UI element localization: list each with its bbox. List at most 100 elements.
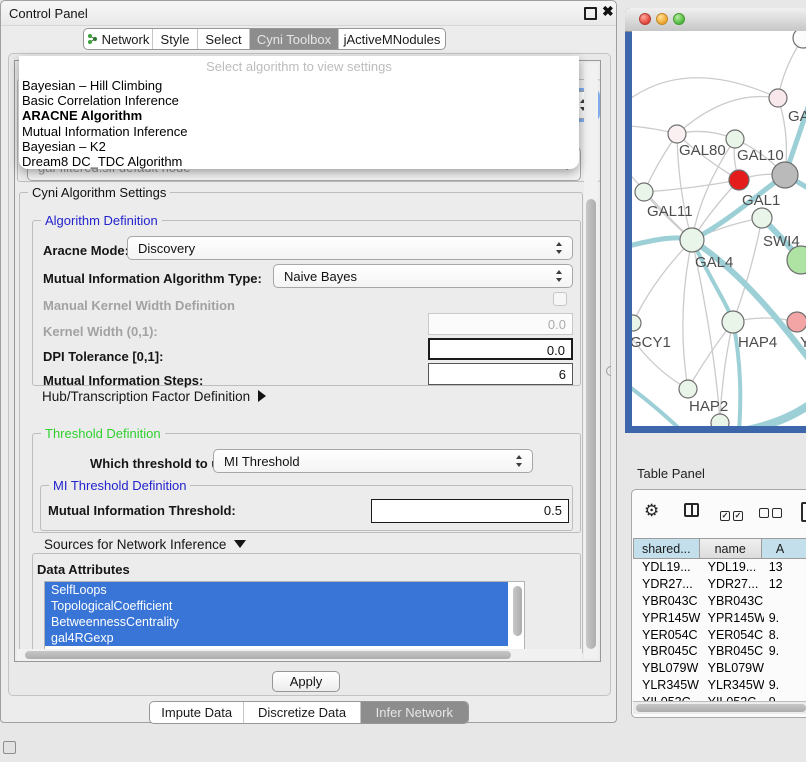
new-column-icon[interactable] (801, 502, 806, 522)
table-cell: YIL052C (701, 694, 764, 701)
network-node[interactable] (752, 208, 772, 228)
mini-window-icon[interactable] (3, 741, 16, 754)
manual-kernel-checkbox[interactable] (553, 292, 567, 306)
network-edge[interactable] (644, 180, 739, 192)
mi-threshold-group: MI Threshold Definition Mutual Informati… (40, 485, 573, 531)
attribute-list-item[interactable]: BetweennessCentrality (45, 614, 508, 630)
network-node[interactable] (772, 162, 798, 188)
table-row[interactable]: YER054CYER054C8. (633, 627, 806, 644)
columns-icon[interactable] (684, 503, 699, 517)
network-node[interactable] (680, 228, 704, 252)
table-row[interactable]: YBL079WYBL079W (633, 660, 806, 677)
network-node-label: GAL (788, 108, 806, 125)
network-node[interactable] (787, 312, 806, 332)
network-view-window: GALGAL80GAL10GAL1GAL11SWI4GAL4GCY1HAP4YH… (625, 8, 806, 433)
network-node[interactable] (729, 170, 749, 190)
network-canvas[interactable]: GALGAL80GAL10GAL1GAL11SWI4GAL4GCY1HAP4YH… (632, 31, 806, 426)
table-row[interactable]: YLR345WYLR345W9. (633, 677, 806, 694)
float-window-icon[interactable] (584, 7, 597, 20)
network-window-titlebar[interactable] (625, 8, 806, 32)
network-node[interactable] (679, 380, 697, 398)
tab-style[interactable]: Style (153, 29, 198, 49)
scrollbar-thumb[interactable] (636, 704, 806, 712)
which-threshold-combo[interactable]: MI Threshold (213, 449, 533, 473)
control-panel-window: Control Panel ✖ Network Style Select Cyn… (0, 0, 617, 723)
attribute-list-item[interactable]: TopologicalCoefficient (45, 598, 508, 614)
group-title: MI Threshold Definition (49, 478, 190, 493)
tab-cyni-toolbox[interactable]: Cyni Toolbox (250, 29, 339, 49)
data-attributes-list[interactable]: SelfLoopsTopologicalCoefficientBetweenne… (44, 581, 525, 652)
scrollbar-thumb[interactable] (25, 651, 511, 659)
tab-select[interactable]: Select (198, 29, 250, 49)
network-node[interactable] (632, 315, 641, 331)
scrollbar-thumb[interactable] (586, 199, 596, 649)
table-horizontal-scrollbar[interactable] (633, 701, 806, 714)
deselect-all-columns-icon[interactable] (759, 505, 785, 523)
tab-network[interactable]: Network (84, 29, 153, 49)
network-edge[interactable] (644, 134, 677, 192)
network-node[interactable] (726, 130, 744, 148)
table-row[interactable]: YDR27...YDR27...12 (633, 576, 806, 593)
table-header: shared... name A (633, 538, 806, 559)
control-panel-tabbar: Network Style Select Cyni Toolbox jActiv… (83, 28, 446, 50)
network-node[interactable] (668, 125, 686, 143)
algorithm-option[interactable]: Bayesian – Hill Climbing (22, 78, 576, 93)
network-node[interactable] (635, 183, 653, 201)
table-panel-title: Table Panel (637, 466, 705, 481)
network-node[interactable] (711, 414, 729, 426)
zoom-traffic-light-icon[interactable] (673, 13, 685, 25)
algorithm-option[interactable]: Mutual Information Inference (22, 124, 576, 139)
algorithm-option[interactable]: Basic Correlation Inference (22, 93, 576, 108)
close-icon[interactable]: ✖ (602, 3, 614, 20)
list-scrollbar-thumb[interactable] (513, 586, 522, 636)
network-edge[interactable] (632, 78, 778, 101)
algorithm-option[interactable]: Bayesian – K2 (22, 139, 576, 154)
tab-infer-network[interactable]: Infer Network (361, 702, 468, 723)
table-row[interactable]: YDL19...YDL19...13 (633, 559, 806, 576)
table-row[interactable]: YBR043CYBR043C (633, 593, 806, 610)
tab-jactivemnodules[interactable]: jActiveMNodules (339, 29, 445, 49)
tab-discretize-data[interactable]: Discretize Data (244, 702, 360, 723)
tab-impute-data[interactable]: Impute Data (150, 702, 244, 723)
gear-icon[interactable]: ⚙ (644, 501, 659, 521)
table-row[interactable]: YIL052CYIL052C9 (633, 694, 806, 701)
algorithm-option-selected[interactable]: ARACNE Algorithm (22, 108, 576, 123)
network-node[interactable] (769, 89, 787, 107)
attribute-list-item[interactable]: gal4RGexp (45, 630, 508, 646)
table-cell: 9. (764, 643, 806, 660)
apply-button[interactable]: Apply (272, 671, 340, 692)
spinner-icon (556, 242, 563, 254)
table-cell (764, 593, 806, 610)
table-row[interactable]: YPR145WYPR145W9. (633, 610, 806, 627)
network-node-label: GAL4 (695, 254, 733, 271)
aracne-mode-combo[interactable]: Discovery (127, 236, 573, 260)
hub-definition-expander[interactable]: Hub/Transcription Factor Definition (42, 389, 266, 404)
mi-steps-field[interactable]: 6 (428, 363, 573, 385)
table-row[interactable]: YBR045CYBR045C9. (633, 643, 806, 660)
algorithm-option[interactable]: Dream8 DC_TDC Algorithm (22, 154, 576, 169)
dpi-tolerance-field[interactable]: 0.0 (428, 338, 573, 360)
column-header-shared-name[interactable]: shared... (633, 538, 700, 559)
attribute-list-item[interactable]: SelfLoops (45, 582, 508, 598)
sources-expander[interactable]: Sources for Network Inference (40, 537, 250, 552)
network-node[interactable] (793, 31, 806, 48)
network-edge[interactable] (733, 218, 762, 322)
table-cell: YBR045C (701, 643, 764, 660)
close-traffic-light-icon[interactable] (639, 13, 651, 25)
tab-label: Style (161, 32, 190, 47)
network-node[interactable] (722, 311, 744, 333)
column-header-partial[interactable]: A (762, 538, 806, 559)
mi-threshold-field[interactable]: 0.5 (371, 499, 569, 523)
vertical-scrollbar[interactable] (584, 63, 598, 659)
mi-algorithm-type-combo[interactable]: Naive Bayes (273, 264, 573, 288)
kernel-width-field[interactable]: 0.0 (428, 313, 573, 335)
minimize-traffic-light-icon[interactable] (656, 13, 668, 25)
network-edge-highlighted[interactable] (732, 394, 806, 426)
select-all-columns-icon[interactable]: ✓✓ (720, 505, 746, 523)
table-cell: 13 (764, 559, 806, 576)
network-edge[interactable] (683, 240, 692, 389)
network-edge[interactable] (677, 97, 778, 135)
horizontal-scrollbar[interactable] (17, 649, 582, 661)
network-edge-highlighted[interactable] (632, 383, 684, 426)
column-header-name[interactable]: name (700, 538, 762, 559)
